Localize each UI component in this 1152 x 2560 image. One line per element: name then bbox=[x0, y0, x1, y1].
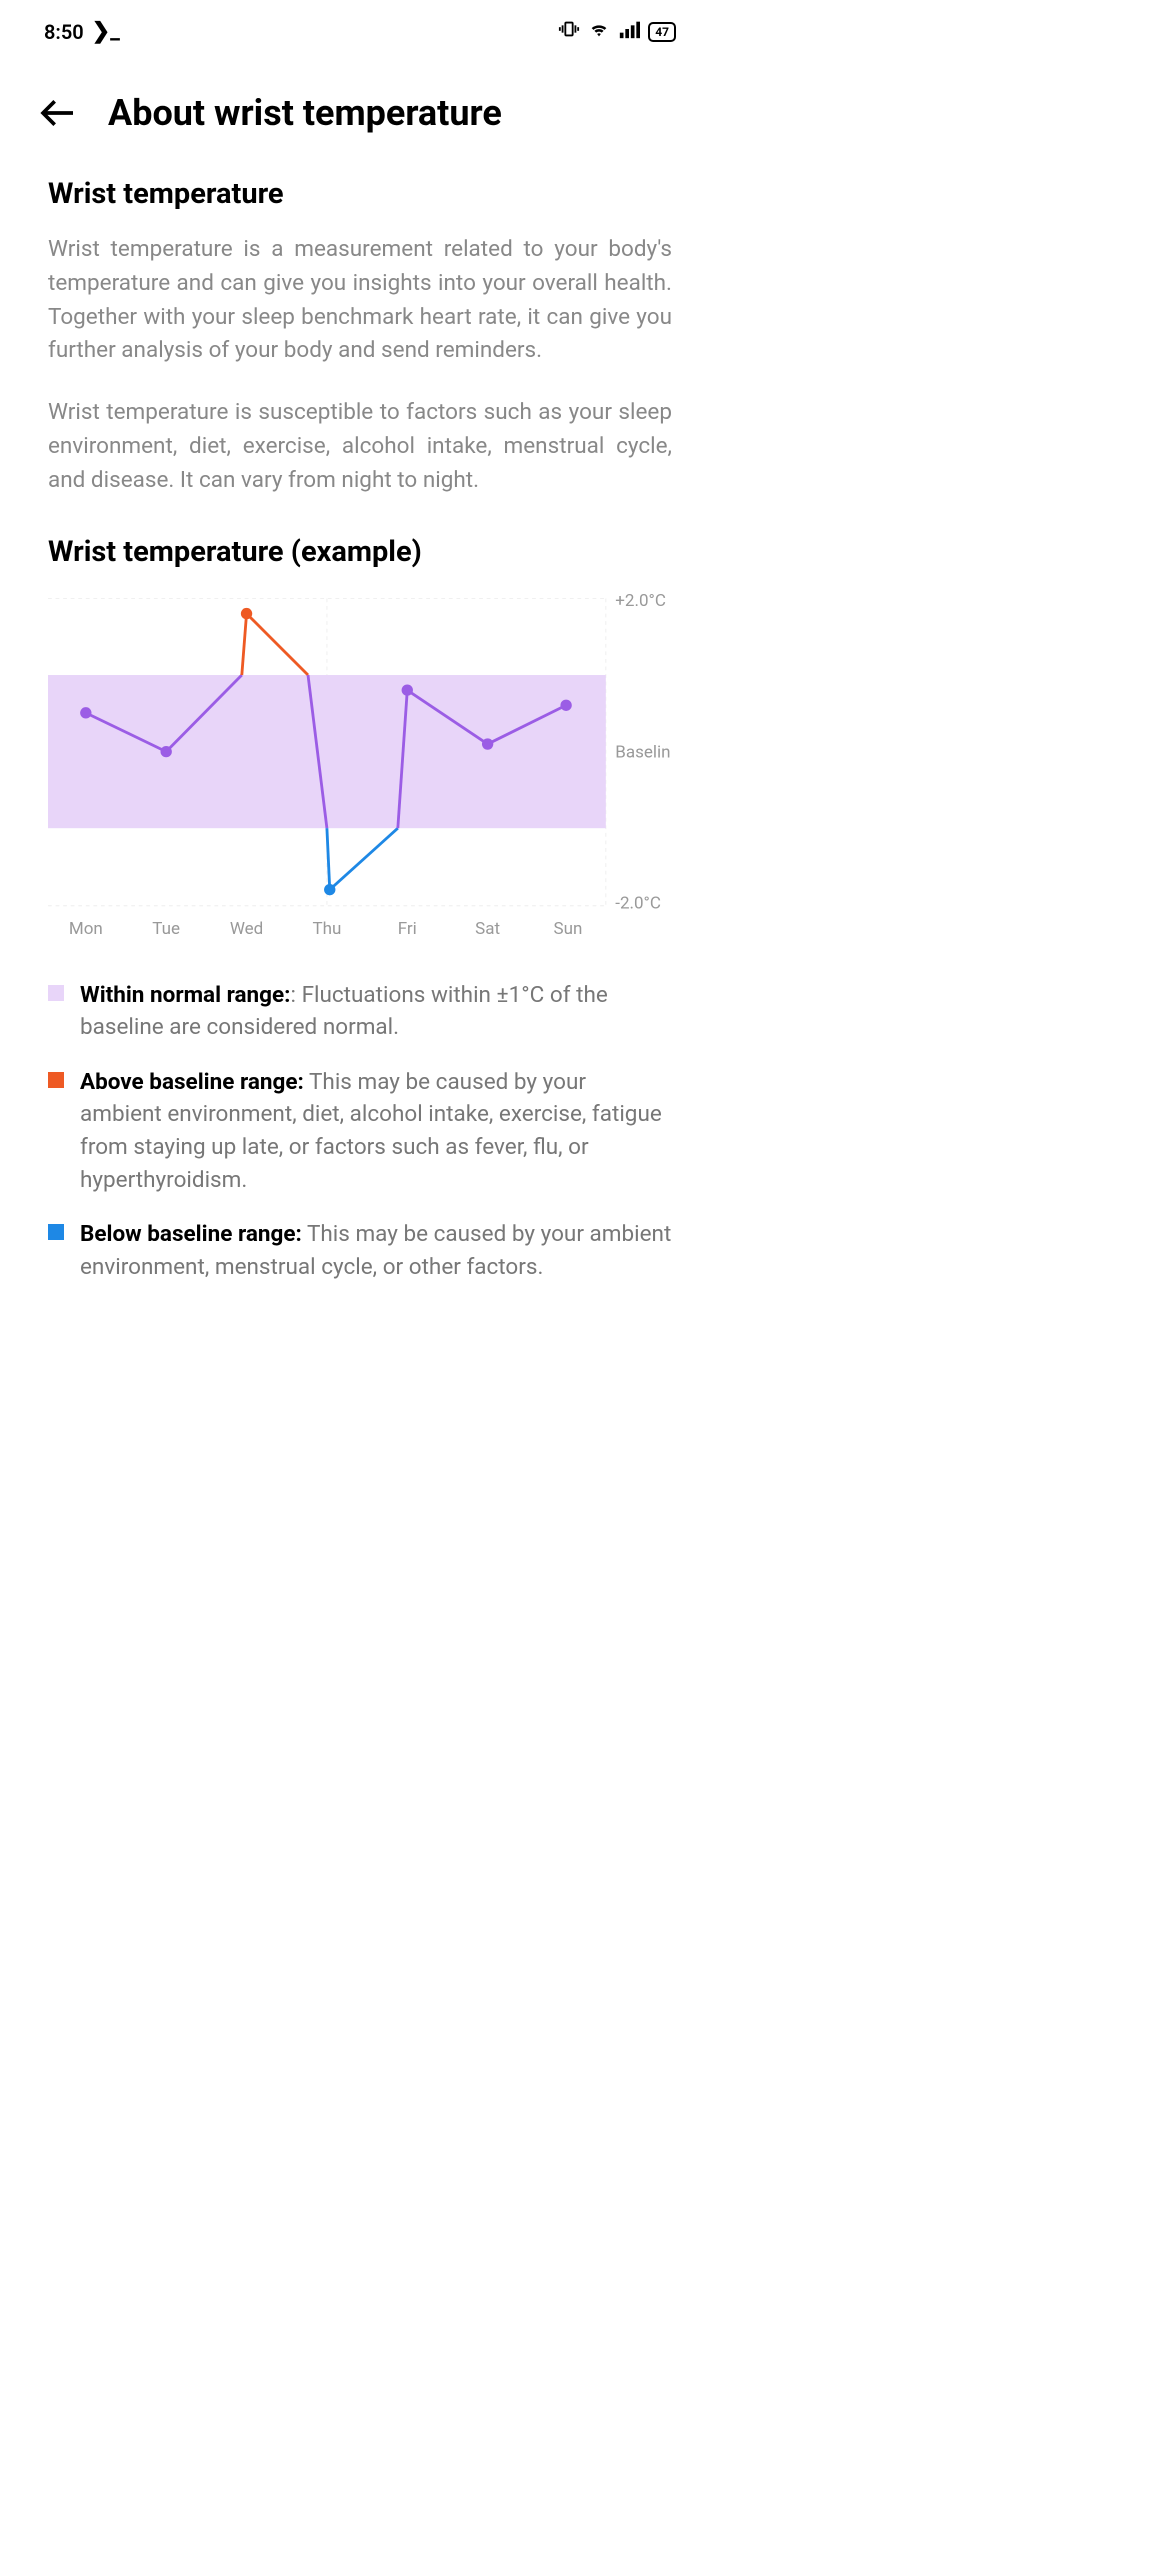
status-left: 8:50 ❯_ bbox=[44, 19, 120, 44]
legend-normal: Within normal range:: Fluctuations withi… bbox=[48, 979, 672, 1044]
signal-icon bbox=[618, 18, 640, 45]
content: Wrist temperature Wrist temperature is a… bbox=[0, 145, 720, 1316]
header: About wrist temperature bbox=[0, 63, 720, 145]
page-title: About wrist temperature bbox=[108, 92, 502, 134]
svg-text:Sat: Sat bbox=[475, 919, 500, 939]
section-heading-2: Wrist temperature (example) bbox=[48, 535, 672, 569]
vibrate-icon bbox=[558, 18, 580, 45]
status-right: 47 bbox=[558, 18, 676, 45]
svg-text:Tue: Tue bbox=[152, 919, 180, 939]
svg-text:Thu: Thu bbox=[312, 919, 341, 939]
legend-swatch-below bbox=[48, 1224, 64, 1240]
wifi-icon bbox=[588, 18, 610, 45]
status-bar: 8:50 ❯_ 47 bbox=[0, 0, 720, 63]
svg-text:Fri: Fri bbox=[398, 919, 417, 939]
legend-above: Above baseline range: This may be caused… bbox=[48, 1066, 672, 1197]
svg-text:Sun: Sun bbox=[554, 919, 583, 939]
svg-text:-2.0°C: -2.0°C bbox=[615, 894, 661, 914]
chart-ylabels: +2.0°C Baselin -2.0°C bbox=[615, 591, 670, 914]
legend-text-above: Above baseline range: This may be caused… bbox=[80, 1066, 672, 1197]
legend-text-below: Below baseline range: This may be caused… bbox=[80, 1218, 672, 1283]
legend-below: Below baseline range: This may be caused… bbox=[48, 1218, 672, 1283]
paragraph-2: Wrist temperature is susceptible to fact… bbox=[48, 396, 672, 497]
status-time: 8:50 bbox=[44, 20, 84, 44]
back-button[interactable] bbox=[36, 91, 80, 135]
legend-swatch-above bbox=[48, 1072, 64, 1088]
chart-container: +2.0°C Baselin -2.0°C Mon Tue Wed Thu Fr… bbox=[48, 589, 672, 952]
wrist-temp-chart: +2.0°C Baselin -2.0°C Mon Tue Wed Thu Fr… bbox=[48, 589, 672, 948]
legend-text-normal: Within normal range:: Fluctuations withi… bbox=[80, 979, 672, 1044]
paragraph-1: Wrist temperature is a measurement relat… bbox=[48, 233, 672, 368]
svg-text:Wed: Wed bbox=[230, 919, 263, 939]
arrow-left-icon bbox=[38, 93, 78, 133]
battery-icon: 47 bbox=[648, 22, 676, 42]
svg-text:Baselin: Baselin bbox=[615, 743, 670, 763]
normal-band bbox=[48, 675, 606, 828]
legend-swatch-normal bbox=[48, 985, 64, 1001]
terminal-icon: ❯_ bbox=[92, 19, 120, 44]
section-heading-1: Wrist temperature bbox=[48, 177, 672, 211]
svg-text:Mon: Mon bbox=[69, 919, 103, 939]
legend: Within normal range:: Fluctuations withi… bbox=[48, 979, 672, 1284]
chart-xlabels: Mon Tue Wed Thu Fri Sat Sun bbox=[69, 919, 583, 939]
svg-text:+2.0°C: +2.0°C bbox=[615, 591, 666, 611]
